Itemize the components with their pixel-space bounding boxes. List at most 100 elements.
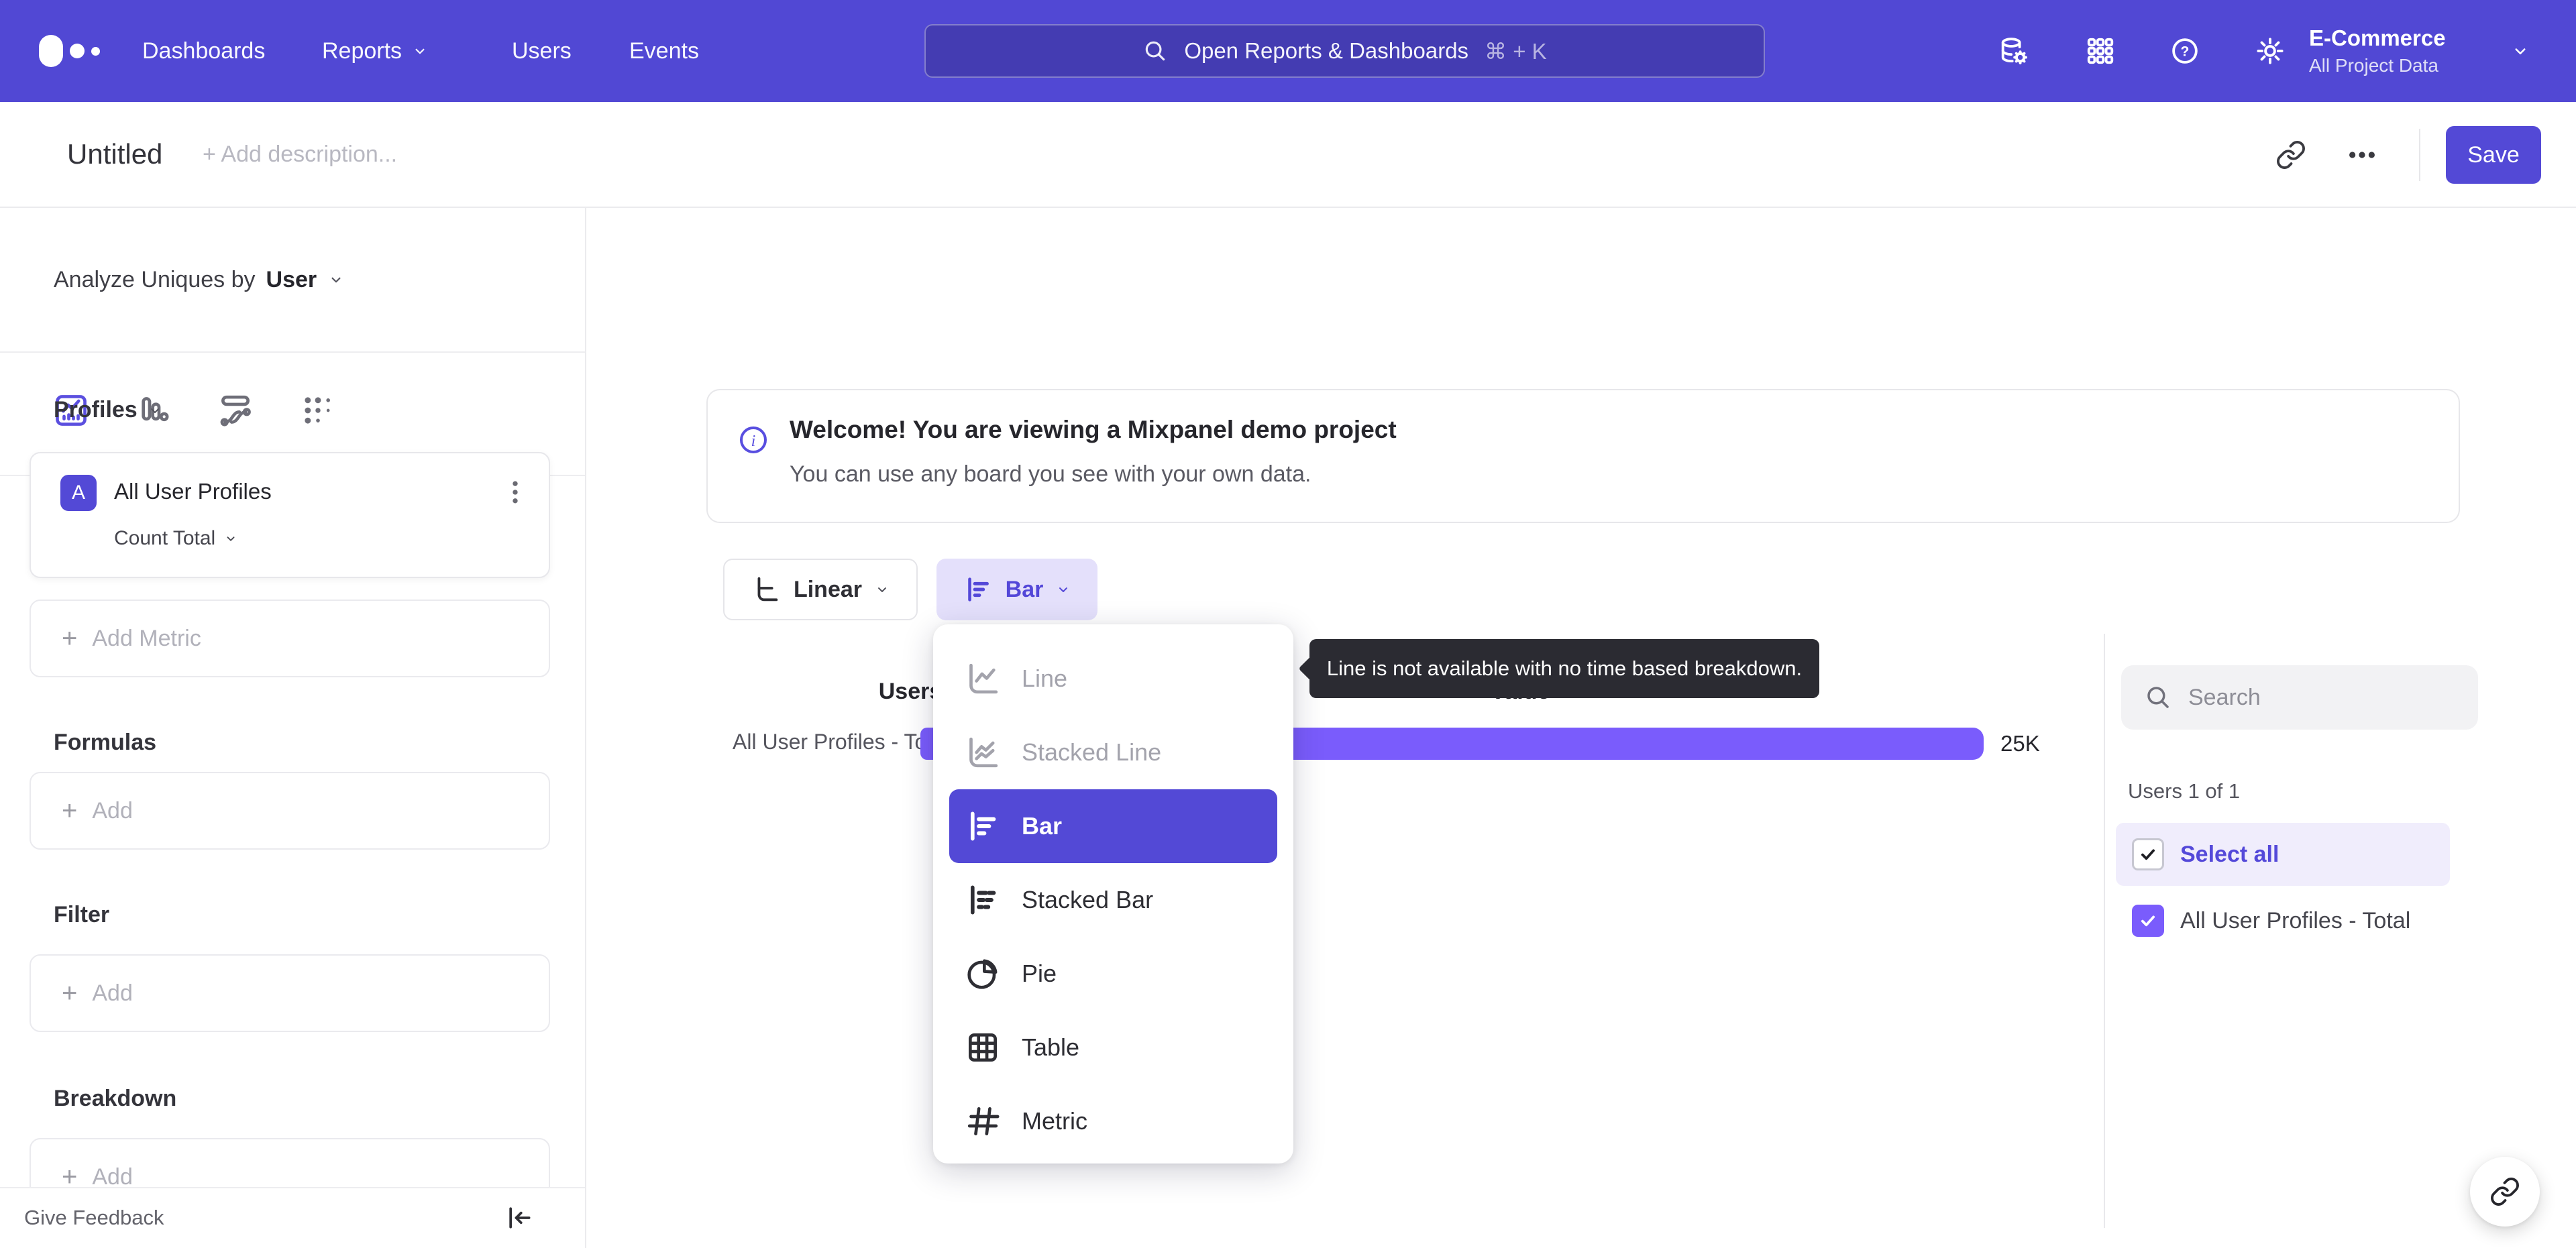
- chart-type-dropdown-button[interactable]: Bar: [936, 559, 1097, 620]
- chevron-down-icon: [147, 402, 163, 418]
- add-formula-button[interactable]: + Add: [30, 772, 550, 850]
- add-label: Add: [92, 797, 133, 824]
- menu-item-stacked-bar[interactable]: Stacked Bar: [933, 863, 1293, 937]
- breakdown-label: Breakdown: [54, 1086, 177, 1111]
- help-icon[interactable]: [2169, 36, 2200, 66]
- banner-subtitle: You can use any board you see with your …: [790, 461, 1311, 487]
- logo-dot: [91, 46, 100, 56]
- formulas-section-header: Formulas: [54, 730, 156, 756]
- select-all-row[interactable]: Select all: [2116, 823, 2450, 886]
- profiles-section-header[interactable]: Profiles: [54, 397, 163, 423]
- chevron-down-icon: [1055, 581, 1071, 598]
- welcome-banner: Welcome! You are viewing a Mixpanel demo…: [706, 389, 2460, 523]
- menu-item-table[interactable]: Table: [933, 1011, 1293, 1084]
- tooltip-text: Line is not available with no time based…: [1326, 657, 1803, 680]
- search-placeholder: Open Reports & Dashboards: [1184, 38, 1469, 63]
- filter-section-header: Filter: [54, 902, 109, 928]
- share-link-fab[interactable]: [2470, 1157, 2540, 1227]
- add-label: Add: [92, 1164, 133, 1190]
- add-filter-button[interactable]: + Add: [30, 954, 550, 1032]
- chevron-down-icon: [411, 42, 429, 60]
- table-icon: [964, 1029, 1002, 1066]
- link-icon: [2489, 1176, 2520, 1207]
- add-metric-button[interactable]: + Add Metric: [30, 600, 550, 677]
- nav-link-users[interactable]: Users: [512, 0, 572, 102]
- divider: [2419, 129, 2420, 181]
- menu-item-label: Pie: [1022, 960, 1057, 987]
- menu-item-bar[interactable]: Bar: [949, 789, 1277, 863]
- chevron-down-icon: [874, 581, 890, 598]
- menu-item-pie[interactable]: Pie: [933, 937, 1293, 1011]
- chevron-down-icon[interactable]: [327, 271, 345, 288]
- query-builder-sidebar: Analyze Uniques by User Profiles A All U…: [0, 208, 586, 1248]
- axis-icon: [751, 574, 782, 605]
- chevron-down-icon[interactable]: [2510, 41, 2530, 61]
- report-title[interactable]: Untitled: [67, 102, 162, 207]
- legend-search-field[interactable]: [2121, 665, 2478, 730]
- nav-link-dashboards[interactable]: Dashboards: [142, 0, 265, 102]
- add-description-button[interactable]: + Add description...: [203, 102, 397, 207]
- line-chart-icon: [964, 660, 1002, 697]
- logo-dot: [70, 44, 85, 58]
- select-all-checkbox[interactable]: [2132, 838, 2164, 870]
- profiles-label: Profiles: [54, 397, 138, 422]
- chart-type-label: Bar: [1005, 576, 1044, 602]
- menu-item-line[interactable]: Line: [933, 642, 1293, 716]
- give-feedback-link[interactable]: Give Feedback: [24, 1188, 164, 1247]
- legend-search-input[interactable]: [2188, 684, 2443, 711]
- menu-item-label: Metric: [1022, 1107, 1087, 1135]
- top-nav: Dashboards Reports Users Events Open Rep…: [0, 0, 2576, 102]
- plus-icon: +: [62, 795, 78, 826]
- data-management-icon[interactable]: [1998, 36, 2029, 66]
- metric-name[interactable]: All User Profiles: [114, 479, 272, 504]
- menu-item-label: Line: [1022, 665, 1068, 692]
- plus-icon: +: [62, 623, 78, 653]
- check-icon: [2138, 911, 2158, 931]
- settings-gear-icon[interactable]: [2255, 36, 2286, 66]
- nav-link-label: Users: [512, 38, 572, 64]
- analyze-label: Analyze Uniques by: [54, 266, 256, 292]
- tab-flows-icon[interactable]: [217, 392, 254, 429]
- scale-dropdown-button[interactable]: Linear: [723, 559, 918, 620]
- nav-link-label: Dashboards: [142, 38, 266, 64]
- series-checkbox[interactable]: [2132, 905, 2164, 937]
- search-shortcut: ⌘ + K: [1485, 38, 1547, 64]
- global-search-button[interactable]: Open Reports & Dashboards ⌘ + K: [924, 24, 1765, 78]
- tab-retention-icon[interactable]: [299, 392, 337, 429]
- save-button[interactable]: Save: [2446, 126, 2541, 184]
- add-label: Add: [92, 980, 133, 1006]
- metric-badge: A: [60, 475, 97, 511]
- bar-chart-icon: [963, 574, 994, 605]
- aggregation-dropdown[interactable]: Count Total: [114, 527, 238, 550]
- nav-link-events[interactable]: Events: [629, 0, 699, 102]
- more-options-icon[interactable]: [2347, 139, 2377, 170]
- nav-link-label: Reports: [322, 38, 402, 64]
- aggregation-label: Count Total: [114, 527, 216, 549]
- copy-link-icon[interactable]: [2275, 139, 2306, 170]
- scale-label: Linear: [793, 576, 863, 602]
- project-name: E-Commerce: [2309, 25, 2446, 50]
- menu-item-label: Stacked Line: [1022, 738, 1162, 766]
- report-header: Untitled + Add description... Save: [0, 102, 2576, 208]
- analyze-row: Analyze Uniques by User: [0, 208, 585, 353]
- mixpanel-app: Dashboards Reports Users Events Open Rep…: [0, 0, 2576, 1248]
- breakdown-section-header: Breakdown: [54, 1086, 176, 1112]
- hash-metric-icon: [964, 1102, 1002, 1140]
- stacked-line-chart-icon: [964, 734, 1002, 771]
- menu-item-stacked-line[interactable]: Stacked Line: [933, 716, 1293, 789]
- mixpanel-logo-icon[interactable]: [39, 35, 100, 67]
- apps-grid-icon[interactable]: [2085, 36, 2116, 66]
- project-selector[interactable]: E-Commerce All Project Data: [2309, 0, 2446, 102]
- kebab-menu-icon[interactable]: [500, 475, 530, 510]
- check-icon: [2138, 844, 2158, 864]
- menu-item-label: Bar: [1022, 812, 1063, 840]
- metric-card[interactable]: A All User Profiles Count Total: [30, 452, 550, 578]
- sidebar-footer: Give Feedback: [0, 1187, 585, 1248]
- nav-link-reports[interactable]: Reports: [322, 0, 429, 102]
- analyze-value-dropdown[interactable]: User: [266, 267, 317, 293]
- menu-item-metric[interactable]: Metric: [933, 1084, 1293, 1158]
- collapse-sidebar-icon[interactable]: [504, 1203, 534, 1233]
- search-icon: [2144, 683, 2172, 712]
- legend-series-row[interactable]: All User Profiles - Total: [2116, 889, 2450, 952]
- add-metric-label: Add Metric: [92, 625, 201, 651]
